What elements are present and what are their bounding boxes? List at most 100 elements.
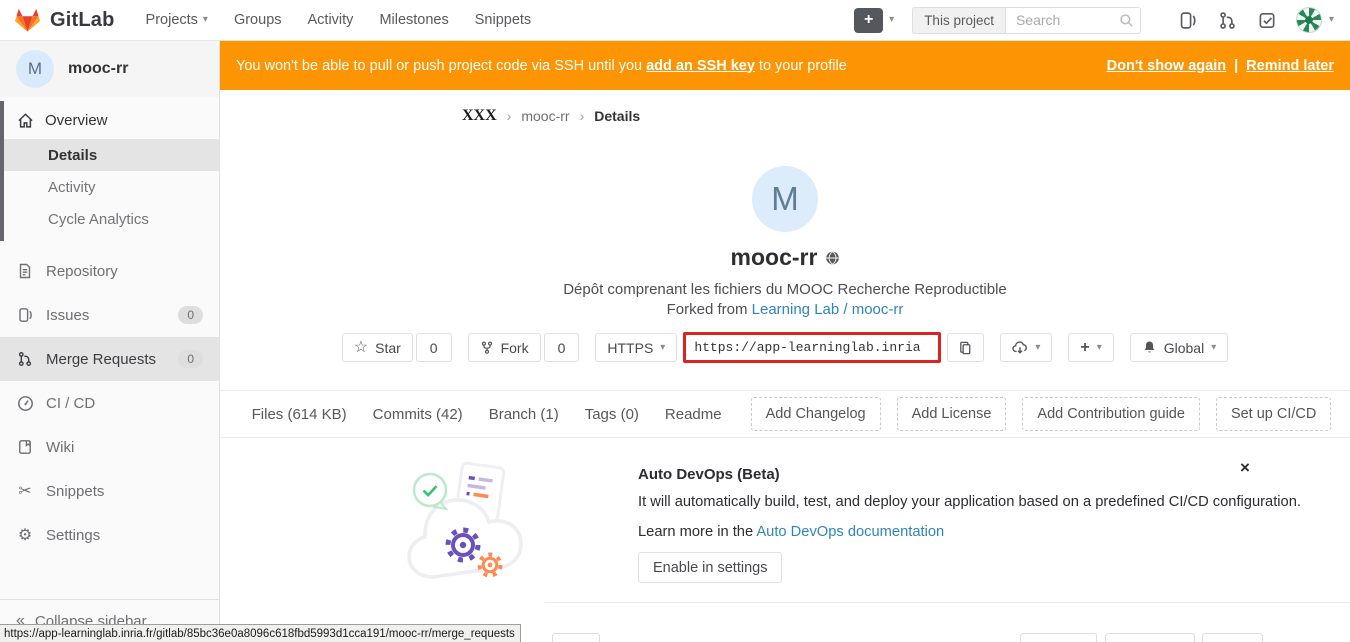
remind-later-link[interactable]: Remind later (1246, 58, 1334, 74)
project-avatar: M (752, 166, 818, 232)
new-item-dropdown[interactable]: + ▾ (1068, 333, 1113, 362)
gear-icon: ⚙ (16, 525, 34, 545)
protocol-dropdown[interactable]: HTTPS ▾ (595, 333, 677, 362)
add-ssh-key-link[interactable]: add an SSH key (646, 58, 755, 74)
add-license-button[interactable]: Add License (897, 397, 1007, 431)
home-icon (16, 112, 34, 129)
partial-button[interactable] (552, 633, 600, 642)
merge-request-icon (16, 351, 34, 367)
dont-show-again-link[interactable]: Don't show again (1107, 58, 1226, 74)
star-count-button[interactable]: 0 (416, 333, 452, 362)
gitlab-tanuki-icon (14, 7, 41, 33)
partial-button[interactable] (1202, 633, 1263, 642)
breadcrumb-group[interactable]: XXX (462, 107, 497, 125)
sidebar-overview-group: Overview Details Activity Cycle Analytic… (0, 101, 219, 241)
star-icon: ☆ (354, 340, 368, 356)
enable-in-settings-button[interactable]: Enable in settings (638, 552, 782, 583)
gauge-icon (16, 395, 34, 412)
top-navbar: GitLab Projects ▾ Groups Activity Milest… (0, 0, 1350, 41)
issues-header-icon[interactable] (1178, 11, 1197, 30)
sidebar-item-ci-cd[interactable]: CI / CD (0, 381, 219, 425)
partial-button[interactable] (1105, 633, 1195, 642)
user-menu-caret-icon[interactable]: ▾ (1329, 15, 1334, 25)
devops-doc-link[interactable]: Auto DevOps documentation (756, 524, 944, 540)
project-title: mooc-rr (731, 244, 840, 271)
devops-illustration (403, 453, 525, 585)
devops-title: Auto DevOps (Beta) (638, 466, 780, 483)
nav-groups[interactable]: Groups (221, 12, 295, 28)
close-icon[interactable]: × (1240, 459, 1250, 476)
clipboard-icon (958, 340, 973, 356)
copy-url-button[interactable] (947, 333, 984, 362)
sidebar-item-issues[interactable]: Issues 0 (0, 293, 219, 337)
scissors-icon: ✂ (16, 481, 34, 501)
chevron-down-icon: ▾ (203, 15, 208, 25)
nav-milestones[interactable]: Milestones (366, 12, 461, 28)
sidebar-item-details[interactable]: Details (4, 139, 219, 171)
new-menu-button[interactable]: + (854, 8, 883, 33)
book-icon (16, 439, 34, 455)
sidebar-item-settings[interactable]: ⚙ Settings (0, 513, 219, 557)
gitlab-logo[interactable]: GitLab (14, 7, 115, 33)
breadcrumb-project[interactable]: mooc-rr (521, 108, 569, 124)
banner-text: You won't be able to pull or push projec… (236, 58, 847, 74)
chevron-down-icon: ▾ (1211, 343, 1216, 353)
issues-count-badge: 0 (178, 306, 203, 324)
merge-requests-header-icon[interactable] (1218, 11, 1237, 30)
sidebar-item-overview[interactable]: Overview (4, 101, 219, 139)
download-dropdown[interactable]: ▾ (1000, 333, 1052, 362)
forked-from-link[interactable]: Learning Lab / mooc-rr (752, 301, 904, 318)
fork-button[interactable]: Fork (468, 333, 541, 362)
project-avatar-small: M (16, 50, 54, 88)
tags-link[interactable]: Tags (0) (585, 406, 639, 423)
clone-url-input[interactable] (683, 332, 941, 363)
sidebar-item-cycle-analytics[interactable]: Cycle Analytics (4, 203, 219, 235)
sidebar-item-activity[interactable]: Activity (4, 171, 219, 203)
user-avatar[interactable] (1296, 7, 1322, 33)
nav-projects[interactable]: Projects ▾ (133, 12, 221, 28)
header-search: This project (912, 7, 1141, 34)
devops-learn-line: Learn more in the Auto DevOps documentat… (638, 524, 944, 540)
cloud-download-icon (1012, 340, 1028, 356)
fork-icon (480, 340, 494, 355)
main-nav: Projects ▾ Groups Activity Milestones Sn… (133, 12, 545, 28)
setup-cicd-button[interactable]: Set up CI/CD (1216, 397, 1331, 431)
new-menu-caret-icon[interactable]: ▾ (889, 15, 894, 25)
nav-snippets[interactable]: Snippets (462, 12, 544, 28)
ssh-warning-banner: You won't be able to pull or push projec… (220, 41, 1350, 90)
sidebar-item-repository[interactable]: Repository (0, 249, 219, 293)
project-actions-row: ☆ Star 0 Fork 0 HTTPS ▾ (220, 332, 1350, 363)
star-button[interactable]: ☆ Star (342, 333, 413, 362)
bell-icon (1142, 340, 1157, 355)
plus-icon: + (864, 11, 873, 29)
breadcrumb: XXX › mooc-rr › Details (462, 107, 640, 125)
sidebar-item-merge-requests[interactable]: Merge Requests 0 (0, 337, 219, 381)
merge-requests-count-badge: 0 (178, 350, 203, 368)
todos-header-icon[interactable] (1258, 11, 1277, 30)
brand-name: GitLab (50, 9, 115, 32)
sidebar-item-snippets[interactable]: ✂ Snippets (0, 469, 219, 513)
chevron-down-icon: ▾ (660, 343, 665, 353)
nav-activity[interactable]: Activity (295, 12, 367, 28)
files-link[interactable]: Files (614 KB) (252, 406, 347, 423)
public-globe-icon (825, 251, 839, 265)
issues-icon (16, 307, 34, 323)
partial-button[interactable] (1020, 633, 1097, 642)
breadcrumb-current: Details (594, 108, 640, 124)
fork-count-button[interactable]: 0 (544, 333, 580, 362)
branch-link[interactable]: Branch (1) (489, 406, 559, 423)
chevron-right-icon: › (507, 108, 512, 124)
add-contribution-guide-button[interactable]: Add Contribution guide (1022, 397, 1200, 431)
sidebar-item-wiki[interactable]: Wiki (0, 425, 219, 469)
chevron-right-icon: › (580, 108, 585, 124)
sidebar-project-header[interactable]: M mooc-rr (0, 41, 219, 97)
banner-separator: | (1234, 58, 1238, 74)
sidebar-project-name: mooc-rr (68, 60, 128, 78)
document-icon (16, 263, 34, 279)
devops-body: It will automatically build, test, and d… (638, 494, 1301, 510)
commits-link[interactable]: Commits (42) (373, 406, 463, 423)
add-changelog-button[interactable]: Add Changelog (751, 397, 881, 431)
plus-icon: + (1080, 339, 1089, 357)
notification-dropdown[interactable]: Global ▾ (1130, 333, 1229, 362)
readme-link[interactable]: Readme (665, 406, 722, 423)
